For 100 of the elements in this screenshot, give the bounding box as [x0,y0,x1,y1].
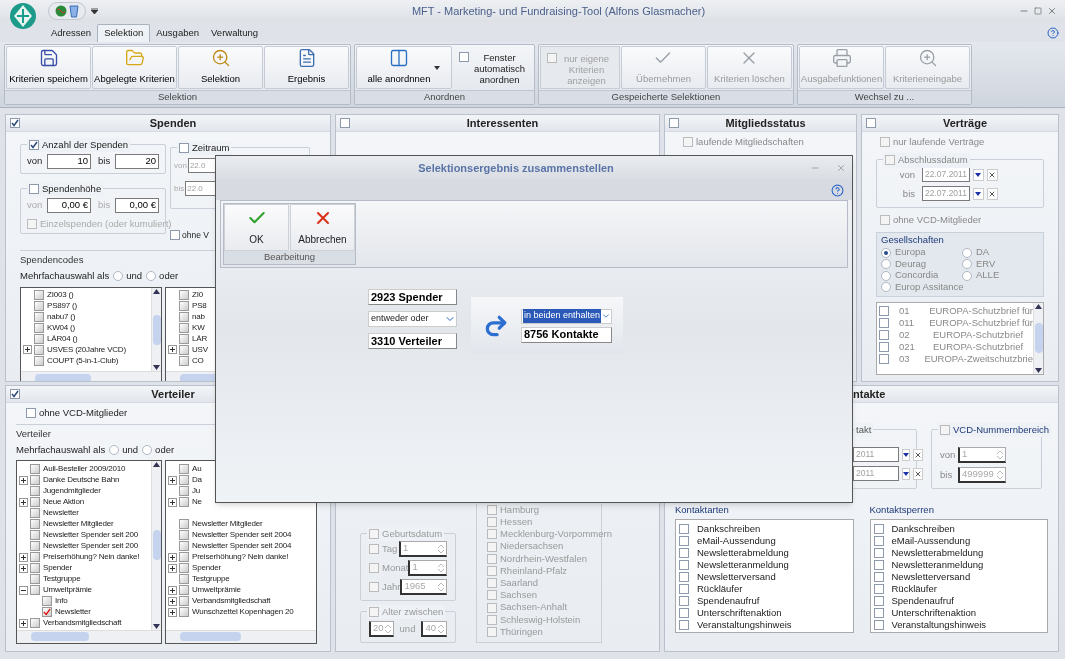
expand-icon[interactable] [19,563,28,573]
tree-item[interactable]: COUPT (5-in-1-Club) [47,354,119,367]
tree-item[interactable]: Newsletter Spender seit 2004 [192,529,292,542]
help-icon[interactable] [1047,27,1059,39]
tree-item[interactable]: ZI003 () [47,288,74,301]
checkbox[interactable] [669,118,679,128]
tree-item[interactable]: nabu7 () [47,310,76,323]
tree-item[interactable]: Preiserhöhung? Nein danke! [43,551,140,564]
expand-icon[interactable] [19,497,28,507]
spinner-icon[interactable] [437,580,445,593]
checkbox[interactable] [179,541,189,552]
checkbox[interactable] [487,578,497,589]
tree-item[interactable]: Verbandsmitgliedschaft [43,617,122,630]
radio-button[interactable] [962,259,972,269]
tree-item[interactable]: Au [192,463,202,476]
checkbox[interactable] [34,333,44,344]
spinner-icon[interactable] [996,448,1004,461]
scrollbar-thumb[interactable] [180,632,241,642]
count-field[interactable]: 8756 Kontakte [521,326,612,343]
expand-icon[interactable] [19,618,28,628]
checkbox[interactable] [30,464,40,475]
tree-item[interactable]: Spender [192,562,221,575]
scrollbar-thumb[interactable] [152,530,161,561]
radio-button[interactable] [962,270,972,281]
checkbox[interactable] [679,524,689,535]
tree-item[interactable]: Newsletter [43,507,79,520]
radio-button[interactable] [142,444,153,455]
tree-item[interactable]: Jugendmitglieder [43,485,101,498]
checkbox[interactable] [30,574,40,585]
checkbox[interactable] [30,519,40,530]
tree-item[interactable]: Preiserhöhung? Nein danke! [192,551,289,564]
radio-button[interactable] [881,270,891,281]
expand-icon[interactable] [168,497,177,507]
scroll-up-icon[interactable] [1035,303,1042,309]
checkbox[interactable] [879,317,889,328]
checkbox[interactable] [679,536,689,547]
checkbox[interactable] [30,563,40,574]
checkbox[interactable] [30,585,40,596]
checkbox[interactable] [679,572,689,583]
tree-item[interactable]: Testgruppe [192,573,230,586]
checkbox[interactable] [679,584,689,595]
expand-icon[interactable] [168,345,177,355]
expand-icon[interactable] [168,552,177,562]
tree-item[interactable]: USVES (20Jahre VCD) [47,343,126,356]
spinner-icon[interactable] [383,622,392,635]
checkbox[interactable] [34,322,44,333]
dropdown-arrow-icon[interactable] [903,471,909,476]
checkbox[interactable] [34,289,44,300]
tree-item[interactable]: KW04 () [47,321,75,334]
checkbox[interactable] [179,475,189,486]
scroll-down-icon[interactable] [1035,367,1042,373]
checkbox[interactable] [179,574,189,585]
checkbox[interactable] [30,486,40,497]
checkbox[interactable] [30,552,40,563]
scrollbar-thumb[interactable] [152,314,161,345]
checkbox[interactable] [487,553,497,564]
checkbox[interactable] [179,344,189,355]
checkbox[interactable] [179,497,189,508]
scrollbar-thumb[interactable] [31,632,89,642]
checkbox[interactable] [487,505,497,516]
checkbox[interactable] [179,552,189,563]
tree-item[interactable]: Umweltprämie [43,584,92,597]
clear-icon[interactable] [914,450,922,459]
checkbox[interactable] [179,333,189,344]
checkbox[interactable] [879,329,889,340]
checkbox[interactable] [873,536,884,547]
tree-item[interactable]: Newsletter Mitglieder [192,518,263,531]
tree-item[interactable]: Auli-Besteller 2009/2010 [43,463,126,476]
collapse-icon[interactable] [19,585,28,595]
scroll-up-icon[interactable] [153,289,160,295]
tree-item[interactable]: Da [192,474,202,487]
scrollbar-thumb[interactable] [1034,323,1043,354]
checkbox[interactable] [880,215,890,226]
checkbox[interactable] [29,184,39,195]
checkbox[interactable] [487,529,497,540]
ribbon-tab[interactable]: Adressen [45,24,98,42]
maximize-icon[interactable] [1034,7,1042,15]
tree-item[interactable]: Testgruppe [43,573,81,586]
checkbox[interactable] [487,517,497,528]
expand-icon[interactable] [168,475,177,485]
checkbox[interactable] [179,300,189,311]
scrollbar[interactable] [151,460,161,630]
checkbox[interactable] [369,607,379,618]
scrollbar[interactable] [1033,302,1043,374]
checkbox[interactable] [29,140,39,151]
expand-icon[interactable] [168,607,177,617]
checkbox[interactable] [179,486,189,497]
ribbon-button[interactable]: Abgelegte Kriterien [92,46,177,89]
dropdown[interactable]: entweder oder [368,311,457,327]
checkbox[interactable] [679,608,689,619]
checkbox[interactable] [873,548,884,559]
checkbox[interactable] [179,563,189,574]
checkbox[interactable] [369,529,379,540]
scrollbar[interactable] [166,629,316,643]
count-field[interactable]: 3310 Verteiler [368,333,457,349]
checkbox[interactable] [26,408,36,419]
globe-icon[interactable] [55,5,67,17]
clear-icon[interactable] [914,469,922,478]
checkbox[interactable] [179,143,189,154]
cup-icon[interactable] [69,4,79,18]
